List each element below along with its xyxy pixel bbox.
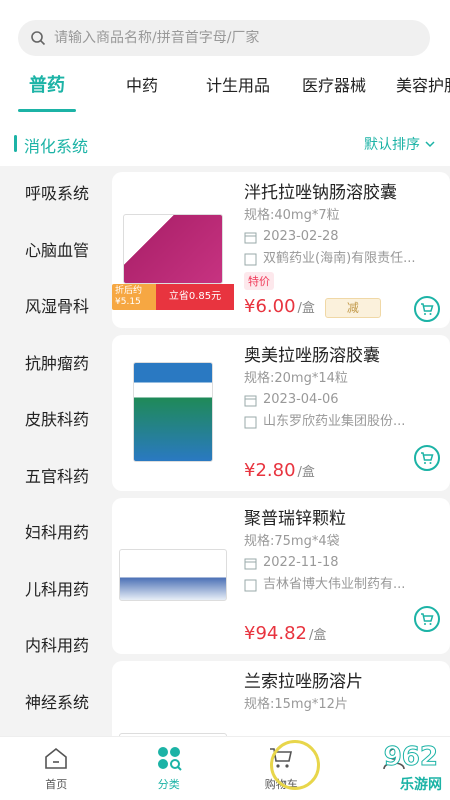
cart-icon (421, 452, 434, 464)
category-sidebar: 呼吸系统 心脑血管 风湿骨科 抗肿瘤药 皮肤科药 五官科药 妇科用药 儿科用药 … (0, 166, 110, 736)
special-tag: 特价 (244, 272, 274, 290)
nav-category-label: 分类 (157, 778, 180, 791)
calendar-icon (244, 558, 257, 569)
add-to-cart-button[interactable] (414, 445, 440, 471)
price-row: ¥2.80 /盒 (244, 460, 315, 481)
product-spec: 规格:15mg*12片 (244, 697, 348, 712)
search-icon (31, 31, 46, 46)
product-spec: 规格:20mg*14粒 (244, 371, 348, 386)
product-name: 兰索拉唑肠溶片 (244, 672, 363, 692)
category-title: 消化系统 (24, 137, 89, 156)
top-bar: 普药 中药 计生用品 医疗器械 美容护肤 (0, 0, 450, 122)
promo-discount-price: 折后约 ¥5.15 (112, 284, 156, 310)
product-name: 奥美拉唑肠溶胶囊 (244, 346, 380, 366)
price-unit: /盒 (297, 465, 315, 480)
sidebar-item[interactable]: 妇科用药 (0, 505, 110, 562)
sort-label: 默认排序 (364, 137, 420, 153)
search-bar[interactable] (18, 20, 430, 56)
nav-category[interactable]: 分类 (113, 737, 226, 800)
tab-chinese-medicine[interactable]: 中药 (94, 62, 190, 110)
watermark-logo: 962 (383, 742, 438, 773)
tab-beauty-care[interactable]: 美容护肤 (382, 62, 450, 110)
product-spec: 规格:40mg*7粒 (244, 208, 340, 223)
cart-icon (421, 613, 434, 625)
promo-banner: 折后约 ¥5.15 立省0.85元 (112, 284, 234, 310)
product-image (112, 351, 234, 473)
home-icon (45, 747, 68, 769)
category-marker (14, 135, 17, 152)
manufacturer: 山东罗欣药业集团股份... (263, 414, 406, 429)
sidebar-item[interactable]: 抗肿瘤药 (0, 336, 110, 393)
category-header: 消化系统 默认排序 (0, 122, 450, 166)
tab-general-medicine[interactable]: 普药 (0, 62, 94, 112)
bottom-nav: 首页 分类 购物车 (0, 736, 450, 800)
add-to-cart-button[interactable] (414, 606, 440, 632)
product-card[interactable]: 奥美拉唑肠溶胶囊 规格:20mg*14粒 2023-04-06 山东罗欣药业集团… (112, 335, 450, 491)
calendar-icon (244, 395, 257, 406)
maker-row: 吉林省博大伟业制药有... (244, 575, 444, 595)
product-card[interactable]: 折后约 ¥5.15 立省0.85元 泮托拉唑钠肠溶胶囊 规格:40mg*7粒 2… (112, 172, 450, 328)
product-name: 聚普瑞锌颗粒 (244, 509, 346, 529)
expiry-date: 2022-11-18 (263, 555, 339, 570)
manufacturer: 双鹤药业(海南)有限责任... (263, 251, 416, 266)
expiry-row: 2023-02-28 (244, 227, 444, 247)
product-card[interactable]: 聚普瑞锌颗粒 规格:75mg*4袋 2022-11-18 吉林省博大伟业制药有.… (112, 498, 450, 654)
product-spec: 规格:75mg*4袋 (244, 534, 340, 549)
watermark-sub: 乐游网 (400, 777, 442, 793)
promo-savings: 立省0.85元 (156, 284, 234, 310)
sidebar-item[interactable]: 内科用药 (0, 618, 110, 675)
price: ¥6.00 (244, 296, 296, 317)
product-image (112, 514, 234, 636)
product-list: 折后约 ¥5.15 立省0.85元 泮托拉唑钠肠溶胶囊 规格:40mg*7粒 2… (112, 172, 450, 736)
expiry-row: 2022-11-18 (244, 553, 444, 573)
sidebar-item[interactable]: 五官科药 (0, 449, 110, 506)
expiry-date: 2023-04-06 (263, 392, 339, 407)
chevron-down-icon (425, 141, 435, 148)
sidebar-item[interactable]: 风湿骨科 (0, 279, 110, 336)
product-name: 泮托拉唑钠肠溶胶囊 (244, 183, 397, 203)
tab-family-planning[interactable]: 计生用品 (190, 62, 286, 110)
manufacturer: 吉林省博大伟业制药有... (263, 577, 406, 592)
sidebar-item[interactable]: 皮肤科药 (0, 392, 110, 449)
search-input[interactable] (54, 30, 404, 46)
tab-medical-devices[interactable]: 医疗器械 (286, 62, 382, 110)
factory-icon (244, 416, 257, 428)
price-row: ¥6.00 /盒 减 (244, 296, 381, 318)
product-image (112, 677, 234, 736)
calendar-icon (244, 232, 257, 243)
price: ¥94.82 (244, 623, 307, 644)
factory-icon (244, 579, 257, 591)
sidebar-item[interactable]: 心脑血管 (0, 223, 110, 280)
price: ¥2.80 (244, 460, 296, 481)
factory-icon (244, 253, 257, 265)
cart-icon (421, 303, 434, 315)
maker-row: 山东罗欣药业集团股份... (244, 412, 444, 432)
sidebar-item[interactable]: 神经系统 (0, 675, 110, 732)
sidebar-item[interactable]: 呼吸系统 (0, 166, 110, 223)
sidebar-item[interactable]: 儿科用药 (0, 562, 110, 619)
category-icon (157, 747, 182, 771)
add-to-cart-button[interactable] (414, 296, 440, 322)
price-unit: /盒 (308, 628, 327, 643)
sort-dropdown[interactable]: 默认排序 (364, 134, 436, 154)
price-unit: /盒 (297, 301, 315, 316)
category-tabs: 普药 中药 计生用品 医疗器械 美容护肤 (0, 62, 450, 120)
price-row: ¥94.82 /盒 (244, 623, 326, 644)
maker-row: 双鹤药业(海南)有限责任... (244, 249, 444, 269)
discount-tag: 减 (324, 298, 381, 318)
expiry-date: 2023-02-28 (263, 229, 339, 244)
product-card[interactable]: 兰索拉唑肠溶片 规格:15mg*12片 (112, 661, 450, 736)
watermark-circle (270, 740, 320, 790)
expiry-row: 2023-04-06 (244, 390, 444, 410)
nav-home[interactable]: 首页 (0, 737, 113, 800)
nav-home-label: 首页 (45, 778, 68, 791)
